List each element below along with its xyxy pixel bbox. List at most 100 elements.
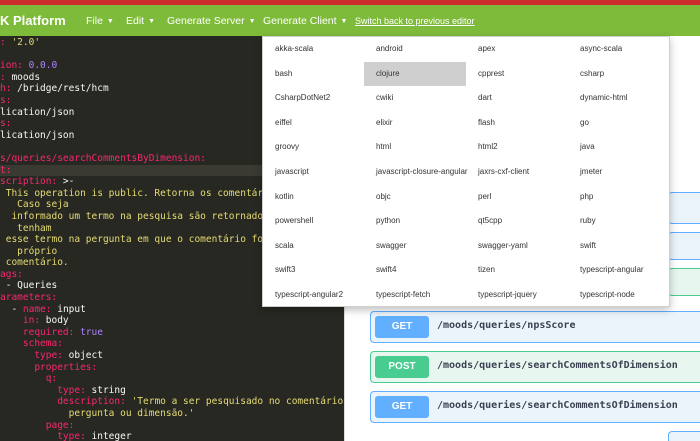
operation-get-searchcommentsofdimension[interactable]: GET /moods/queries/searchCommentsOfDimen… bbox=[370, 391, 700, 423]
client-option-html2[interactable]: html2 bbox=[466, 135, 568, 160]
code-token: q: bbox=[0, 373, 58, 385]
client-option-swift4[interactable]: swift4 bbox=[364, 258, 466, 283]
client-option-async-scala[interactable]: async-scala bbox=[568, 37, 670, 62]
code-token: schema: bbox=[0, 338, 63, 350]
code-token: ion: bbox=[0, 60, 29, 72]
code-line: q: bbox=[0, 373, 344, 385]
client-option-powershell[interactable]: powershell bbox=[263, 209, 365, 234]
caret-down-icon: ▼ bbox=[148, 18, 156, 25]
operation-row-partial[interactable] bbox=[668, 431, 700, 441]
code-token: body bbox=[45, 315, 69, 327]
code-token: s/queries/searchCommentsByDimension: bbox=[0, 152, 206, 164]
operation-row-partial[interactable] bbox=[668, 192, 700, 224]
operation-path: /moods/queries/searchCommentsOfDimension bbox=[437, 400, 678, 411]
code-token: esse termo na pergunta em que o comentár… bbox=[0, 234, 292, 246]
client-option-java[interactable]: java bbox=[568, 135, 670, 160]
code-token: 0.0.0 bbox=[28, 60, 58, 72]
client-option-android[interactable]: android bbox=[364, 37, 466, 62]
code-token: page: bbox=[0, 419, 75, 431]
code-token: tenham bbox=[0, 222, 52, 234]
client-option-go[interactable]: go bbox=[568, 111, 670, 136]
menu-edit[interactable]: Edit ▼ bbox=[126, 15, 155, 27]
client-option-html[interactable]: html bbox=[364, 135, 466, 160]
client-option-csharp[interactable]: csharp bbox=[568, 62, 670, 87]
menu-generate-server[interactable]: Generate Server ▼ bbox=[167, 15, 256, 27]
caret-down-icon: ▼ bbox=[248, 18, 256, 25]
code-token: informado um termo na pesquisa são retor… bbox=[0, 210, 298, 222]
code-token: s: bbox=[0, 94, 12, 106]
method-badge: POST bbox=[375, 356, 429, 378]
code-token: description: bbox=[0, 396, 132, 408]
code-token: Caso seja bbox=[0, 199, 69, 211]
code-token: properties: bbox=[0, 361, 98, 373]
client-option-bash[interactable]: bash bbox=[263, 62, 365, 87]
client-option-swift[interactable]: swift bbox=[568, 234, 670, 259]
client-option-cpprest[interactable]: cpprest bbox=[466, 62, 568, 87]
client-option-cwiki[interactable]: cwiki bbox=[364, 86, 466, 111]
operation-path: /moods/queries/npsScore bbox=[437, 320, 576, 331]
client-option-qt5cpp[interactable]: qt5cpp bbox=[466, 209, 568, 234]
generate-client-dropdown: akka-scala android apex async-scala bash cloj… bbox=[262, 36, 670, 307]
code-token: 'Termo a ser pesquisado no comentário, bbox=[131, 396, 344, 408]
client-option-swift3[interactable]: swift3 bbox=[263, 258, 365, 283]
client-option-ruby[interactable]: ruby bbox=[568, 209, 670, 234]
caret-down-icon: ▼ bbox=[340, 18, 348, 25]
code-token: object bbox=[68, 350, 103, 362]
menu-file[interactable]: File ▼ bbox=[86, 15, 114, 27]
client-option-jaxrs-cxf-client[interactable]: jaxrs-cxf-client bbox=[466, 160, 568, 185]
client-option-kotlin[interactable]: kotlin bbox=[263, 185, 365, 210]
code-token: This operation is public. Retorna os com… bbox=[0, 187, 292, 199]
client-option-flash[interactable]: flash bbox=[466, 111, 568, 136]
code-token: true bbox=[80, 326, 103, 338]
client-option-tizen[interactable]: tizen bbox=[466, 258, 568, 283]
code-token: : bbox=[0, 37, 12, 48]
client-option-swagger-yaml[interactable]: swagger-yaml bbox=[466, 234, 568, 259]
client-option-typescript-angular2[interactable]: typescript-angular2 bbox=[263, 283, 365, 308]
client-option-swagger[interactable]: swagger bbox=[364, 234, 466, 259]
code-token: pergunta ou dimensão.' bbox=[0, 408, 195, 419]
client-option-groovy[interactable]: groovy bbox=[263, 135, 365, 160]
code-token: type: bbox=[0, 384, 92, 396]
operation-row-partial[interactable] bbox=[668, 268, 700, 296]
client-option-javascript[interactable]: javascript bbox=[263, 160, 365, 185]
switch-editor-link[interactable]: Switch back to previous editor bbox=[355, 16, 475, 26]
client-option-php[interactable]: php bbox=[568, 185, 670, 210]
client-option-akka-scala[interactable]: akka-scala bbox=[263, 37, 365, 62]
client-option-elixir[interactable]: elixir bbox=[364, 111, 466, 136]
code-token: scription: bbox=[0, 176, 63, 188]
client-option-typescript-angular[interactable]: typescript-angular bbox=[568, 258, 670, 283]
code-line: required: true bbox=[0, 327, 344, 339]
code-token: '2.0' bbox=[11, 37, 41, 48]
code-line: pergunta ou dimensão.' bbox=[0, 408, 344, 420]
code-token: : bbox=[0, 71, 12, 83]
client-option-typescript-fetch[interactable]: typescript-fetch bbox=[364, 283, 466, 308]
client-option-javascript-closure-angular[interactable]: javascript-closure-angular bbox=[364, 160, 468, 185]
client-option-csharpdotnet2[interactable]: CsharpDotNet2 bbox=[263, 86, 365, 111]
client-option-perl[interactable]: perl bbox=[466, 185, 568, 210]
client-option-typescript-jquery[interactable]: typescript-jquery bbox=[466, 283, 568, 308]
client-option-dynamic-html[interactable]: dynamic-html bbox=[568, 86, 670, 111]
client-option-eiffel[interactable]: eiffel bbox=[263, 111, 365, 136]
menu-generate-server-label: Generate Server bbox=[167, 15, 245, 27]
code-token: required: bbox=[0, 326, 81, 338]
code-line: type: integer bbox=[0, 431, 344, 441]
operation-row-partial[interactable] bbox=[668, 232, 700, 260]
operation-post-searchcommentsofdimension[interactable]: POST /moods/queries/searchCommentsOfDime… bbox=[370, 351, 700, 383]
code-token: lication/json bbox=[0, 106, 75, 118]
code-line: page: bbox=[0, 420, 344, 432]
code-token: lication/json bbox=[0, 129, 75, 141]
menu-generate-client[interactable]: Generate Client ▼ bbox=[263, 15, 347, 27]
client-option-clojure[interactable]: clojure bbox=[364, 61, 466, 87]
client-option-apex[interactable]: apex bbox=[466, 37, 568, 62]
client-option-objc[interactable]: objc bbox=[364, 185, 466, 210]
code-token: s: bbox=[0, 118, 12, 130]
client-option-dart[interactable]: dart bbox=[466, 86, 568, 111]
client-option-scala[interactable]: scala bbox=[263, 234, 365, 259]
code-token: próprio bbox=[0, 245, 58, 257]
code-token: comentário. bbox=[0, 257, 69, 269]
client-option-typescript-node[interactable]: typescript-node bbox=[568, 283, 670, 308]
client-option-jmeter[interactable]: jmeter bbox=[568, 160, 670, 185]
code-token: - Queries bbox=[0, 280, 58, 292]
client-option-python[interactable]: python bbox=[364, 209, 466, 234]
operation-get-npsscore[interactable]: GET /moods/queries/npsScore bbox=[370, 311, 700, 343]
